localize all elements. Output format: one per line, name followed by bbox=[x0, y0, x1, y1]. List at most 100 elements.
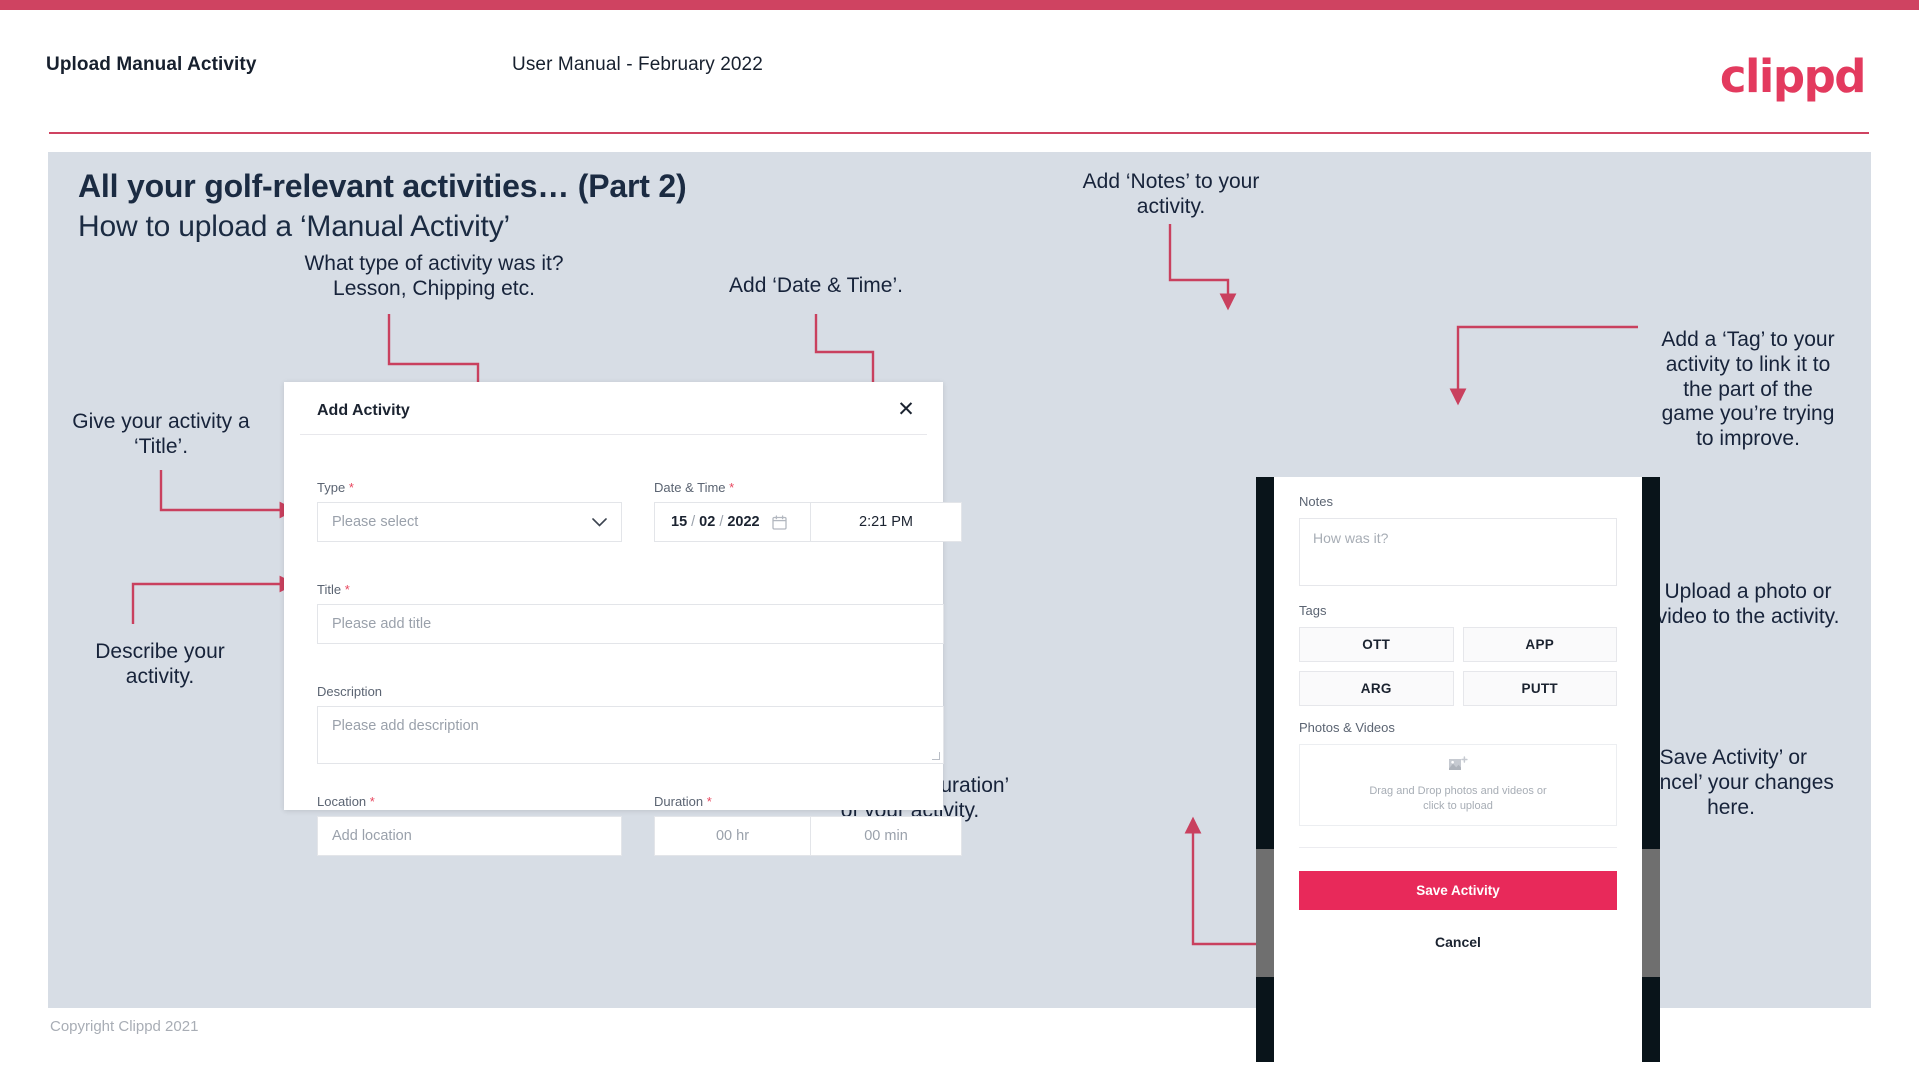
annotation-description: Describe your activity. bbox=[56, 640, 264, 690]
chevron-down-icon bbox=[592, 514, 607, 531]
mobile-preview: Notes How was it? Tags OTT APP ARG PUTT … bbox=[1256, 477, 1660, 1062]
tag-button-app[interactable]: APP bbox=[1462, 627, 1617, 662]
header-subtitle: User Manual - February 2022 bbox=[512, 54, 763, 75]
tag-button-ott[interactable]: OTT bbox=[1299, 627, 1454, 662]
description-textarea[interactable]: Please add description bbox=[317, 706, 944, 764]
title-label-text: Title bbox=[317, 582, 342, 597]
annotation-title: Give your activity a ‘Title’. bbox=[48, 410, 274, 460]
annotation-datetime: Add ‘Date & Time’. bbox=[729, 274, 903, 297]
close-icon[interactable]: ✕ bbox=[893, 396, 919, 422]
phone-tags-label: Tags bbox=[1299, 603, 1327, 618]
datetime-required-marker: * bbox=[729, 480, 735, 495]
annotation-upload: Upload a photo or video to the activity. bbox=[1630, 580, 1866, 630]
duration-label: Duration * bbox=[654, 794, 962, 809]
annotation-tags-line3: the part of the bbox=[1683, 377, 1813, 401]
phone-notes-input[interactable]: How was it? bbox=[1299, 518, 1617, 586]
clippd-logo: clippd bbox=[1719, 50, 1867, 103]
title-required-marker: * bbox=[344, 582, 350, 597]
phone-photos-group: Photos & Videos Drag and Drop photos and… bbox=[1299, 720, 1617, 826]
annotation-type-line2: Lesson, Chipping etc. bbox=[333, 276, 535, 300]
title-input[interactable]: Please add title bbox=[317, 604, 944, 644]
annotation-description-line1: Describe your bbox=[95, 640, 225, 663]
duration-hours-placeholder: 00 hr bbox=[715, 828, 750, 844]
save-activity-button[interactable]: Save Activity bbox=[1299, 871, 1617, 910]
annotation-title-line1: Give your activity a bbox=[72, 410, 250, 433]
annotation-notes-line1: Add ‘Notes’ to your bbox=[1082, 170, 1260, 193]
duration-minutes-input[interactable]: 00 min bbox=[810, 816, 962, 856]
datetime-label-text: Date & Time bbox=[654, 480, 726, 495]
duration-minutes-placeholder: 00 min bbox=[864, 828, 908, 844]
dropzone-text-line1: Drag and Drop photos and videos or bbox=[1369, 785, 1547, 798]
date-sep-2: / bbox=[719, 514, 724, 530]
annotation-save-cancel-line1: ‘Save Activity’ or bbox=[1654, 746, 1808, 769]
calendar-icon[interactable] bbox=[771, 514, 787, 530]
tag-button-putt[interactable]: PUTT bbox=[1462, 671, 1617, 706]
annotation-notes-line2: activity. bbox=[1136, 194, 1206, 218]
datetime-label: Date & Time * bbox=[654, 480, 962, 495]
annotation-title-line2: ‘Title’. bbox=[133, 434, 189, 458]
date-input[interactable]: 15 / 02 / 2022 bbox=[654, 502, 811, 542]
top-accent-bar bbox=[0, 0, 1919, 10]
type-field-group: Type * Please select bbox=[317, 480, 622, 542]
annotation-tags-line1: Add a ‘Tag’ to your bbox=[1661, 328, 1835, 351]
slide-title: All your golf-relevant activities… (Part… bbox=[78, 168, 687, 204]
type-select-placeholder: Please select bbox=[332, 514, 419, 530]
title-label: Title * bbox=[317, 582, 944, 597]
date-day: 15 bbox=[671, 514, 688, 530]
phone-notes-label: Notes bbox=[1299, 494, 1333, 509]
photo-dropzone[interactable]: Drag and Drop photos and videos or click… bbox=[1299, 744, 1617, 826]
annotation-upload-line1: Upload a photo or bbox=[1664, 580, 1832, 603]
title-field-group: Title * Please add title bbox=[317, 582, 944, 644]
location-input[interactable]: Add location bbox=[317, 816, 622, 856]
location-label-text: Location bbox=[317, 794, 367, 809]
description-field-group: Description Please add description bbox=[317, 684, 944, 764]
title-input-placeholder: Please add title bbox=[332, 616, 432, 632]
description-label: Description bbox=[317, 684, 383, 699]
phone-divider bbox=[1299, 847, 1617, 848]
header-divider bbox=[49, 132, 1869, 134]
header-title: Upload Manual Activity bbox=[46, 54, 257, 75]
phone-screen: Notes How was it? Tags OTT APP ARG PUTT … bbox=[1274, 477, 1642, 1062]
annotation-tags: Add a ‘Tag’ to your activity to link it … bbox=[1632, 328, 1864, 452]
phone-notes-group: Notes How was it? bbox=[1299, 494, 1617, 586]
slide-subtitle: How to upload a ‘Manual Activity’ bbox=[78, 210, 510, 243]
add-image-icon bbox=[1448, 756, 1468, 779]
type-label-text: Type bbox=[317, 480, 346, 495]
location-input-placeholder: Add location bbox=[332, 828, 412, 844]
date-sep-1: / bbox=[691, 514, 696, 530]
phone-left-scrollbar bbox=[1256, 849, 1274, 977]
location-field-group: Location * Add location bbox=[317, 794, 622, 856]
dialog-title: Add Activity bbox=[317, 402, 410, 419]
duration-hours-input[interactable]: 00 hr bbox=[654, 816, 811, 856]
annotation-tags-line4: game you’re trying bbox=[1661, 402, 1835, 426]
phone-photos-label: Photos & Videos bbox=[1299, 720, 1395, 735]
time-value: 2:21 PM bbox=[859, 514, 913, 530]
phone-notes-placeholder: How was it? bbox=[1313, 530, 1389, 546]
type-required-marker: * bbox=[348, 480, 354, 495]
phone-right-frame bbox=[1642, 477, 1660, 1062]
page-header: Upload Manual Activity User Manual - Feb… bbox=[0, 10, 1919, 134]
datetime-field-group: Date & Time * 15 / 02 / 2022 2:21 PM bbox=[654, 480, 962, 542]
duration-field-group: Duration * 00 hr 00 min bbox=[654, 794, 962, 856]
time-input[interactable]: 2:21 PM bbox=[810, 502, 962, 542]
tag-button-arg[interactable]: ARG bbox=[1299, 671, 1454, 706]
date-month: 02 bbox=[699, 514, 716, 530]
location-label: Location * bbox=[317, 794, 622, 809]
annotation-save-cancel-line3: here. bbox=[1707, 795, 1755, 819]
location-required-marker: * bbox=[369, 794, 375, 809]
dropzone-text-line2: click to upload bbox=[1423, 800, 1493, 812]
phone-tags-grid: OTT APP ARG PUTT bbox=[1299, 627, 1617, 706]
type-select[interactable]: Please select bbox=[317, 502, 622, 542]
date-year: 2022 bbox=[727, 514, 760, 530]
slide-canvas: All your golf-relevant activities… (Part… bbox=[48, 152, 1871, 1062]
dialog-header: Add Activity ✕ bbox=[284, 382, 943, 434]
phone-left-frame bbox=[1256, 477, 1274, 1062]
type-label: Type * bbox=[317, 480, 622, 495]
annotation-description-line2: activity. bbox=[125, 664, 195, 688]
annotation-upload-line2: video to the activity. bbox=[1656, 604, 1840, 628]
annotation-type-line1: What type of activity was it? bbox=[304, 252, 564, 275]
footer-copyright: Copyright Clippd 2021 bbox=[50, 1018, 199, 1035]
annotation-notes: Add ‘Notes’ to your activity. bbox=[1026, 170, 1316, 220]
cancel-button[interactable]: Cancel bbox=[1299, 934, 1617, 950]
duration-label-text: Duration bbox=[654, 794, 704, 809]
